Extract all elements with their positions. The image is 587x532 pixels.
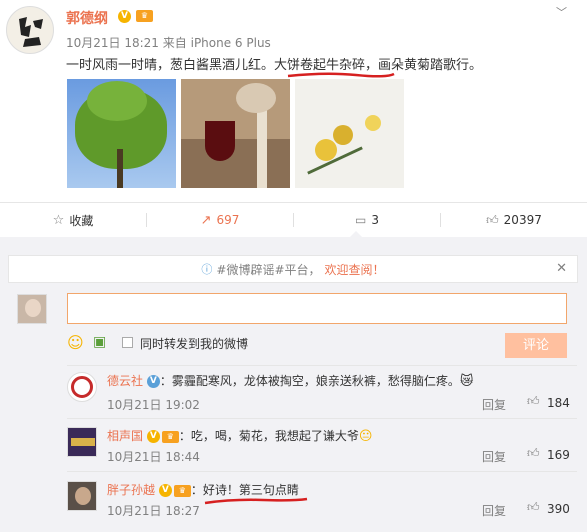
- commenter-name[interactable]: 胖子孙越: [107, 483, 155, 497]
- comment-underline: [204, 497, 308, 505]
- thumbs-up-icon[interactable]: 👍︎: [527, 446, 540, 461]
- comment-section: ⓘ #微博辟谣#平台， 欢迎查阅！ ✕ ☺ ▣ 同时转发到我的微博 评论 德云社 …: [0, 237, 587, 532]
- post-source[interactable]: iPhone 6 Plus: [191, 36, 271, 50]
- commenter-name[interactable]: 德云社: [107, 374, 143, 388]
- post-time[interactable]: 10月21日 18:21: [66, 36, 159, 50]
- my-avatar[interactable]: [17, 294, 47, 324]
- thumbs-up-icon[interactable]: 👍︎: [527, 500, 540, 515]
- repost-checkbox[interactable]: [122, 337, 133, 348]
- repost-checkbox-label: 同时转发到我的微博: [140, 337, 249, 351]
- thumbs-up-icon[interactable]: 👍︎: [527, 394, 540, 409]
- info-icon: ⓘ: [201, 263, 213, 276]
- repost-icon: ↗: [200, 212, 212, 228]
- post-text-a: 一时风雨一时晴，葱白酱黑酒儿红。: [66, 58, 275, 73]
- photo-chrysanthemum[interactable]: [295, 79, 404, 188]
- post-author[interactable]: 郭德纲: [66, 8, 108, 28]
- member-badge-icon: ♛: [173, 484, 191, 497]
- comment-icon: ▭: [355, 213, 367, 227]
- submit-comment-button[interactable]: 评论: [505, 333, 567, 358]
- repost-count: 697: [216, 213, 240, 227]
- author-avatar[interactable]: [6, 6, 54, 54]
- comment-text: ：好诗！第三句点睛: [190, 483, 299, 497]
- post-meta: 10月21日 18:21 来自 iPhone 6 Plus: [66, 34, 271, 51]
- like-button[interactable]: 👍︎ 20397: [441, 213, 587, 228]
- comment-like-count: 184: [547, 396, 570, 410]
- action-bar: ☆ 收藏 ↗ 697 ▭ 3 👍︎ 20397: [0, 203, 587, 237]
- favorite-button[interactable]: ☆ 收藏: [0, 212, 146, 229]
- verified-v-icon: V: [118, 10, 131, 23]
- commenter-avatar[interactable]: [67, 372, 97, 402]
- star-icon: ☆: [52, 212, 65, 228]
- chevron-down-icon[interactable]: ﹀: [556, 4, 567, 20]
- commenter-avatar[interactable]: [67, 481, 97, 511]
- comment-body: 相声国 V ♛ ：吃，喝，菊花，我想起了谦大爷😐: [107, 427, 372, 444]
- emoji-icon: 😐: [358, 429, 373, 444]
- comment-like-count: 169: [547, 448, 570, 462]
- reply-button[interactable]: 回复: [482, 396, 506, 413]
- close-icon[interactable]: ✕: [556, 261, 567, 276]
- repost-button[interactable]: ↗ 697: [147, 213, 293, 228]
- rumor-notice: ⓘ #微博辟谣#平台， 欢迎查阅！ ✕: [8, 255, 578, 283]
- comment-like-count: 390: [547, 502, 570, 516]
- emoji-icon[interactable]: ☺: [67, 333, 84, 352]
- image-icon[interactable]: ▣: [93, 334, 106, 350]
- comment-count: 3: [371, 213, 379, 227]
- comment-body: 德云社 V ：雾霾配寒风，龙体被掏空，娘亲送秋裤，愁得脑仁疼。😿: [107, 372, 473, 389]
- comment-button[interactable]: ▭ 3: [294, 213, 440, 227]
- verified-v-icon: V: [146, 430, 160, 443]
- member-badge-icon: ♛: [161, 430, 179, 443]
- comment-time: 10月21日 18:27: [107, 504, 200, 518]
- commenter-avatar[interactable]: [67, 427, 97, 457]
- reply-button[interactable]: 回复: [482, 448, 506, 465]
- verified-v-icon: V: [158, 484, 172, 497]
- photo-wine[interactable]: [181, 79, 290, 188]
- comment-text: ：吃，喝，菊花，我想起了谦大爷: [178, 429, 359, 443]
- comment-text: ：雾霾配寒风，龙体被掏空，娘亲送秋裤，愁得脑仁疼。: [159, 374, 460, 388]
- comment-time: 10月21日 18:44: [107, 450, 200, 464]
- reply-button[interactable]: 回复: [482, 502, 506, 519]
- notice-text: #微博辟谣#平台，: [216, 262, 321, 277]
- post-text: 一时风雨一时晴，葱白酱黑酒儿红。大饼卷起牛杂碎，画朵黄菊踏歌行。: [66, 54, 482, 73]
- like-count: 20397: [503, 213, 542, 227]
- calligraphy-logo-icon: [19, 17, 43, 47]
- photo-tree[interactable]: [67, 79, 176, 188]
- emoji-icon: 😿: [459, 374, 474, 389]
- source-prefix: 来自: [162, 36, 187, 50]
- notice-link[interactable]: 欢迎查阅！: [325, 261, 385, 278]
- favorite-label: 收藏: [69, 213, 94, 228]
- commenter-name[interactable]: 相声国: [107, 429, 143, 443]
- comment-input[interactable]: [67, 293, 567, 324]
- thumbs-up-icon: 👍︎: [486, 212, 499, 227]
- member-badge-icon: ♛: [136, 10, 153, 22]
- comment-time: 10月21日 19:02: [107, 398, 200, 412]
- verified-v-icon: V: [146, 375, 160, 388]
